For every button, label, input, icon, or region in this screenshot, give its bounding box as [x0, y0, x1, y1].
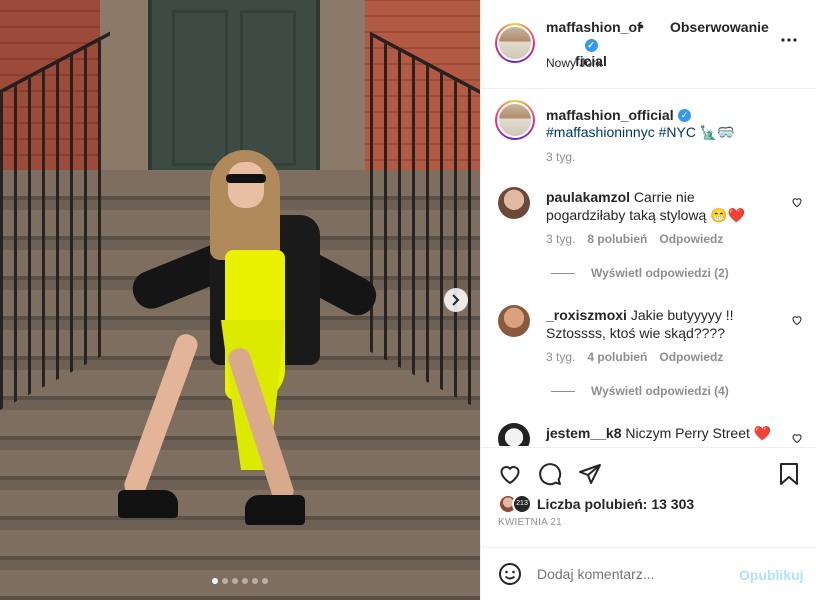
- verified-badge-icon: ✓: [678, 109, 692, 123]
- face: [228, 162, 264, 208]
- comment-time: 3 tyg.: [546, 232, 576, 246]
- separator-dot: •: [639, 18, 644, 34]
- leg-left: [121, 331, 201, 499]
- more-horizontal-icon[interactable]: [780, 37, 798, 43]
- railing-right: [370, 31, 480, 410]
- like-comment-heart-icon[interactable]: [791, 432, 803, 444]
- reply-button[interactable]: Odpowiedz: [659, 232, 723, 246]
- post-photo[interactable]: [0, 0, 480, 600]
- view-replies-button[interactable]: Wyświetl odpowiedzi (2): [551, 266, 729, 280]
- comment-time: 3 tyg.: [546, 350, 576, 364]
- author-avatar[interactable]: [495, 23, 535, 63]
- post-date[interactable]: KWIETNIA 21: [498, 517, 562, 528]
- comment-text: Niczym Perry Street ❤️: [625, 425, 772, 441]
- comment-likes[interactable]: 4 polubień: [587, 350, 647, 364]
- commenter-avatar[interactable]: [498, 305, 530, 337]
- comment-likes[interactable]: 8 polubień: [587, 232, 647, 246]
- post-location[interactable]: Nowy Jork: [546, 56, 602, 70]
- carousel-dot[interactable]: [232, 578, 238, 584]
- carousel-next-button[interactable]: [444, 288, 468, 312]
- heel-right: [245, 495, 305, 525]
- verified-badge-icon: ✓: [584, 38, 598, 52]
- caption-avatar[interactable]: [495, 100, 535, 140]
- post-side-panel: maffashion_of ✓ ficial • Obserwowanie No…: [480, 0, 816, 600]
- like-comment-heart-icon[interactable]: [791, 314, 803, 326]
- comment-username[interactable]: jestem__k8: [546, 425, 622, 441]
- comment-body: jestem__k8 Niczym Perry Street ❤️: [546, 424, 776, 442]
- follow-status-button[interactable]: Obserwowanie: [670, 19, 769, 35]
- woman-figure: [110, 150, 383, 540]
- view-replies-button[interactable]: Wyświetl odpowiedzi (4): [551, 384, 729, 398]
- carousel-dot[interactable]: [242, 578, 248, 584]
- green-door: [148, 0, 320, 175]
- commenter-avatar[interactable]: [498, 423, 530, 446]
- sunglasses: [226, 174, 266, 183]
- post-actions: 213 Liczba polubień: 13 303 KWIETNIA 21: [481, 447, 816, 547]
- carousel-dot[interactable]: [222, 578, 228, 584]
- comment-username[interactable]: _roxiszmoxi: [546, 307, 627, 323]
- chevron-right-icon: [452, 294, 460, 306]
- caption-time: 3 tyg.: [546, 150, 576, 164]
- liker-count-badge[interactable]: 213: [512, 494, 532, 514]
- carousel-dot[interactable]: [262, 578, 268, 584]
- carousel-dot[interactable]: [252, 578, 258, 584]
- comment-body: _roxiszmoxi Jakie butyyyyy !! Sztossss, …: [546, 306, 766, 342]
- post-header: maffashion_of ✓ ficial • Obserwowanie No…: [481, 0, 816, 89]
- comment-input[interactable]: [537, 563, 727, 585]
- add-comment-bar: Opublikuj: [481, 547, 816, 600]
- caption-hashtags[interactable]: #maffashioninnyc #NYC 🗽🥽: [546, 124, 735, 141]
- carousel-dot[interactable]: [212, 578, 218, 584]
- heel-left: [118, 490, 178, 518]
- caption-username[interactable]: maffashion_official: [546, 107, 674, 123]
- comment-bubble-icon[interactable]: [538, 462, 562, 486]
- save-bookmark-icon[interactable]: [778, 462, 800, 486]
- like-heart-icon[interactable]: [498, 462, 522, 486]
- like-comment-heart-icon[interactable]: [791, 196, 803, 208]
- comment-username[interactable]: paulakamzol: [546, 189, 630, 205]
- carousel-dots: [212, 578, 268, 584]
- commenter-avatar[interactable]: [498, 187, 530, 219]
- publish-button[interactable]: Opublikuj: [739, 567, 804, 583]
- comment-meta: 3 tyg. 4 polubień Odpowiedz: [546, 350, 723, 364]
- reply-button[interactable]: Odpowiedz: [659, 350, 723, 364]
- railing-left: [0, 31, 110, 410]
- comment-body: paulakamzol Carrie nie pogardziłaby taką…: [546, 188, 766, 224]
- share-paper-plane-icon[interactable]: [578, 462, 602, 486]
- likes-count[interactable]: Liczba polubień: 13 303: [537, 496, 694, 512]
- comment-meta: 3 tyg. 8 polubień Odpowiedz: [546, 232, 723, 246]
- emoji-smiley-icon[interactable]: [498, 562, 522, 586]
- comments-list[interactable]: maffashion_official ✓ #maffashioninnyc #…: [481, 90, 816, 446]
